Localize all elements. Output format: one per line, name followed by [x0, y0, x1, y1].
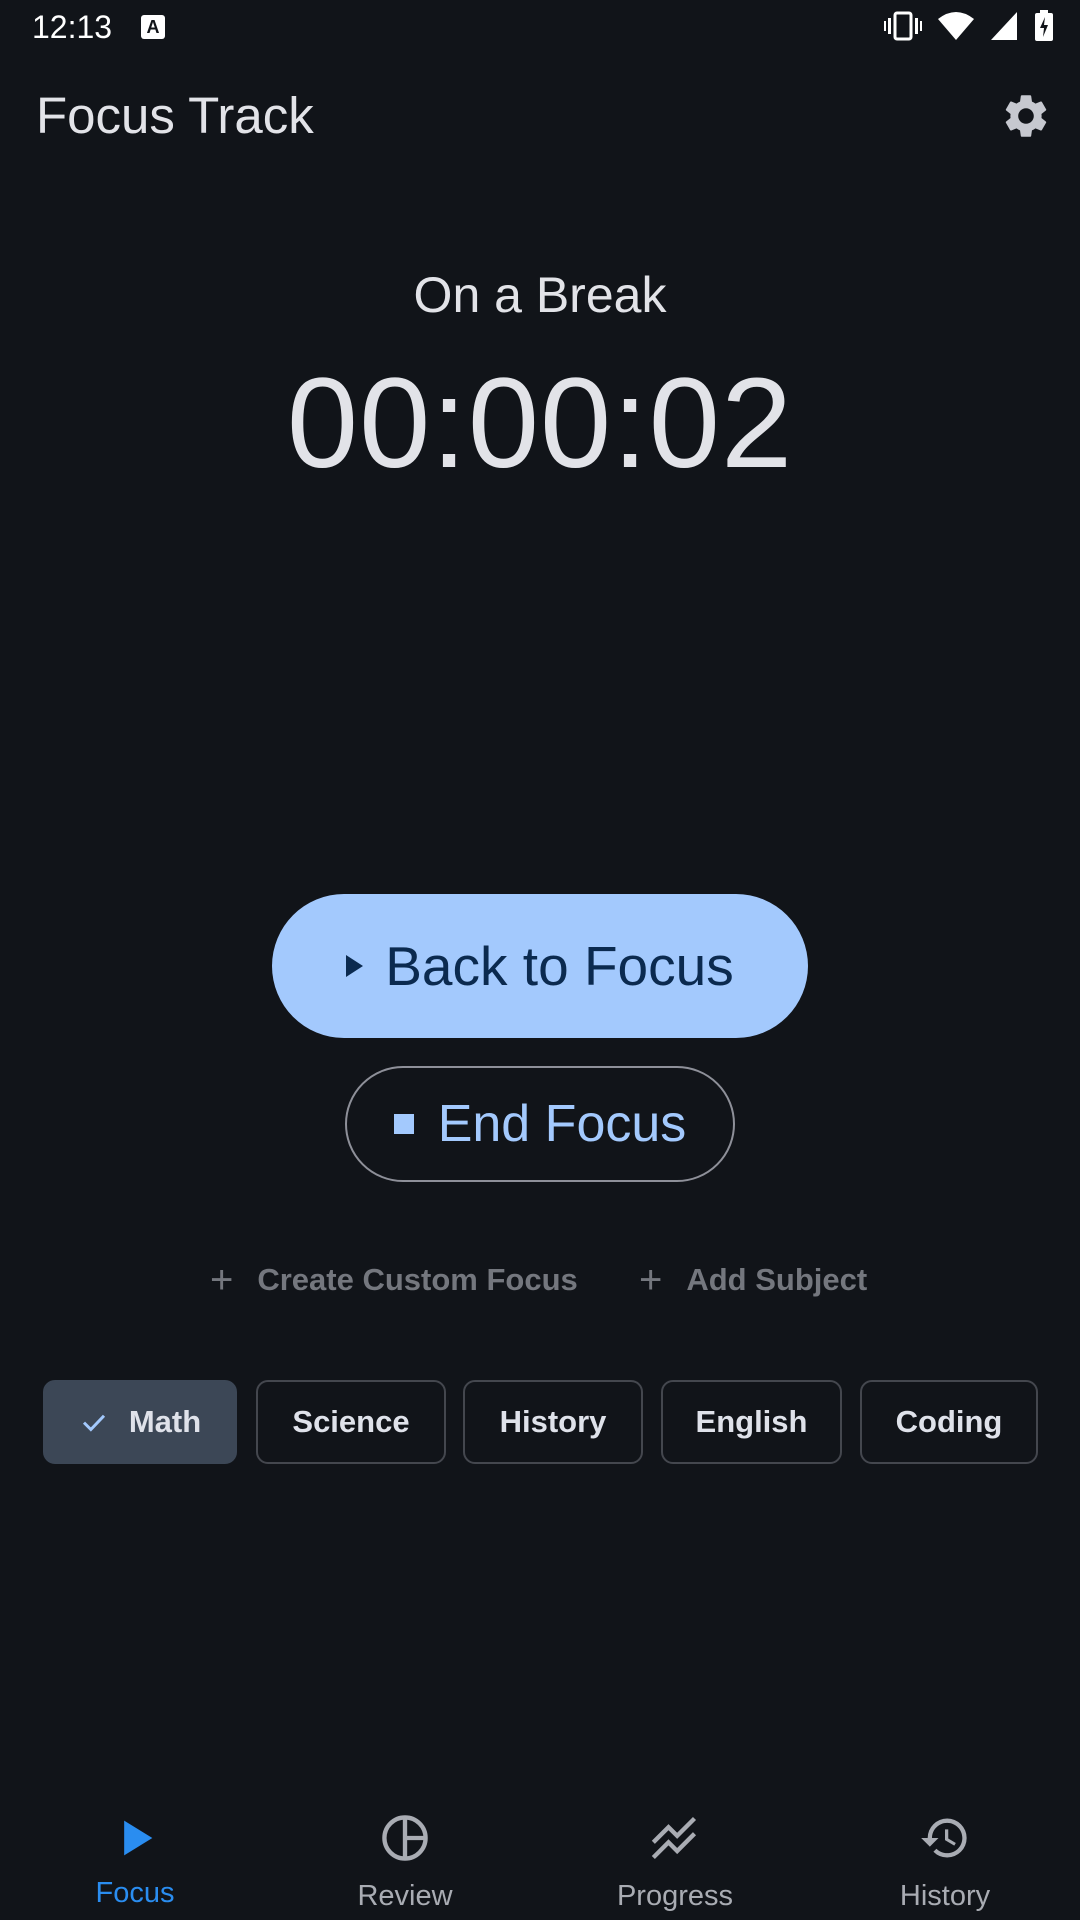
create-custom-focus-button[interactable]: + Create Custom Focus	[210, 1258, 578, 1302]
nav-label: Focus	[95, 1877, 175, 1909]
bottom-navigation: Focus Review Progress History	[0, 1780, 1080, 1920]
status-icons	[884, 10, 1054, 42]
signal-icon	[991, 12, 1017, 40]
vibrate-icon	[884, 11, 922, 41]
wifi-icon	[938, 12, 974, 40]
settings-button[interactable]	[1000, 90, 1052, 142]
add-subject-label: Add Subject	[686, 1262, 868, 1297]
play-icon	[124, 1820, 153, 1856]
nav-progress[interactable]: Progress	[540, 1780, 810, 1920]
check-icon	[82, 1414, 105, 1432]
nav-label: Review	[357, 1880, 453, 1912]
timer-display: 00:00:02	[286, 352, 794, 495]
battery-icon	[1035, 10, 1053, 41]
nav-label: Progress	[616, 1880, 734, 1912]
secondary-actions: + Create Custom Focus + Add Subject	[0, 1258, 1080, 1302]
plus-icon: +	[210, 1258, 234, 1302]
end-focus-label: End Focus	[437, 1095, 687, 1153]
chip-label: English	[695, 1404, 808, 1439]
app-title: Focus Track	[36, 87, 314, 144]
chip-label: Science	[292, 1404, 410, 1439]
end-focus-button[interactable]: End Focus	[345, 1066, 735, 1182]
chip-label: History	[499, 1404, 607, 1439]
play-icon	[346, 955, 364, 977]
subject-chip-science[interactable]: Science	[256, 1380, 446, 1464]
nav-history[interactable]: History	[810, 1780, 1080, 1920]
add-subject-button[interactable]: + Add Subject	[639, 1258, 868, 1302]
status-bar: 12:13 A	[0, 0, 1080, 56]
chip-label: Coding	[895, 1404, 1003, 1439]
notification-a-icon: A	[141, 15, 165, 39]
create-custom-focus-label: Create Custom Focus	[257, 1262, 578, 1297]
subject-chip-history[interactable]: History	[463, 1380, 643, 1464]
stop-icon	[393, 1114, 414, 1134]
status-time: 12:13	[32, 9, 113, 45]
plus-icon: +	[639, 1258, 663, 1302]
history-icon	[921, 1818, 967, 1858]
nav-review[interactable]: Review	[270, 1780, 540, 1920]
focus-screen: 12:13 A Focus Track On a Break 00:00:02 …	[0, 0, 1080, 1920]
back-to-focus-button[interactable]: Back to Focus	[272, 894, 808, 1038]
gear-icon	[1005, 95, 1047, 137]
subject-chip-english[interactable]: English	[661, 1380, 842, 1464]
pie-chart-icon	[382, 1815, 428, 1861]
subject-chip-coding[interactable]: Coding	[860, 1380, 1038, 1464]
focus-status-label: On a Break	[413, 267, 667, 323]
back-to-focus-label: Back to Focus	[385, 935, 734, 997]
nav-label: History	[899, 1880, 991, 1912]
chip-label: Math	[128, 1404, 202, 1439]
trending-icon	[651, 1816, 697, 1860]
subject-chip-math[interactable]: Math	[43, 1380, 237, 1464]
nav-focus[interactable]: Focus	[0, 1780, 270, 1920]
